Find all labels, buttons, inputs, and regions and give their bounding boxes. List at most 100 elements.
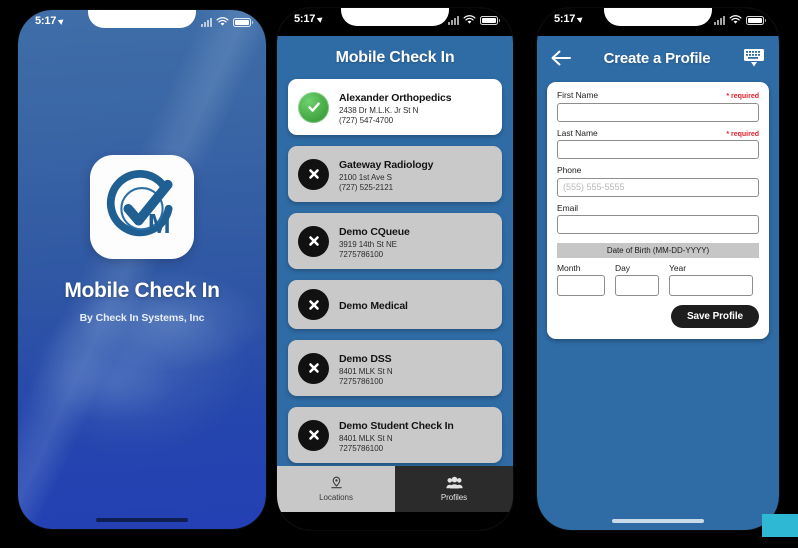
tab-locations[interactable]: Locations — [277, 466, 395, 512]
list-item[interactable]: Demo Medical — [288, 280, 502, 329]
location-name: Demo CQueue — [339, 226, 410, 238]
location-name: Demo DSS — [339, 353, 392, 365]
cellular-signal-icon — [201, 17, 212, 27]
phone-3-create-profile: 5:17 Create a Profile First Name * requi… — [537, 8, 779, 530]
battery-icon — [233, 17, 253, 27]
tab-bar: Locations Profiles — [277, 466, 513, 512]
phone-2-screen: 5:17 Mobile Check In Alexander Orthopedi… — [277, 8, 513, 530]
app-subtitle: By Check In Systems, Inc — [79, 312, 205, 324]
list-item[interactable]: Gateway Radiology 2100 1st Ave S (727) 5… — [288, 146, 502, 202]
location-phone: (727) 547-4700 — [339, 116, 394, 125]
list-item[interactable]: Demo DSS 8401 MLK St N 7275786100 — [288, 340, 502, 396]
email-label-row: Email — [557, 203, 759, 215]
battery-icon — [746, 15, 766, 25]
cellular-signal-icon — [448, 15, 459, 25]
map-pin-icon — [330, 476, 342, 489]
people-icon — [445, 476, 463, 489]
list-item[interactable]: Alexander Orthopedics 2438 Dr M.L.K. Jr … — [288, 79, 502, 135]
status-bar-indicators — [201, 17, 253, 27]
status-bar-time-group: 5:17 — [35, 15, 66, 27]
list-item-text: Demo Medical — [339, 296, 408, 314]
list-item[interactable]: Demo CQueue 3919 14th St NE 7275786100 — [288, 213, 502, 269]
location-arrow-icon — [576, 14, 585, 23]
status-bar-time: 5:17 — [294, 13, 316, 25]
x-circle-icon — [298, 225, 329, 257]
location-name: Demo Student Check In — [339, 420, 454, 432]
mobile-check-in-logo: M — [90, 155, 194, 259]
location-arrow-icon — [316, 14, 325, 23]
phone-field[interactable] — [557, 177, 759, 197]
status-bar-time-group: 5:17 — [294, 13, 325, 25]
create-profile-form: First Name * required Last Name * requir… — [547, 82, 769, 339]
x-circle-icon — [298, 158, 329, 190]
page-title: Mobile Check In — [335, 49, 455, 66]
wifi-icon — [216, 17, 229, 26]
phone-2-locations: 5:17 Mobile Check In Alexander Orthopedi… — [277, 8, 513, 530]
dob-month-field[interactable] — [557, 275, 605, 296]
x-circle-icon — [298, 352, 329, 384]
navigation-bar: Create a Profile — [537, 36, 779, 82]
dob-year-label: Year — [669, 263, 686, 273]
wifi-icon — [729, 15, 742, 24]
tab-profiles-label: Profiles — [440, 493, 468, 502]
location-phone: (727) 525-2121 — [339, 183, 394, 192]
list-item-text: Demo CQueue 3919 14th St NE 7275786100 — [339, 222, 410, 260]
location-address: 2100 1st Ave S — [339, 173, 392, 182]
bottom-bezel — [277, 512, 513, 530]
list-item[interactable]: Demo Student Check In 8401 MLK St N 7275… — [288, 407, 502, 463]
status-bar-time: 5:17 — [554, 13, 576, 25]
notch — [88, 10, 196, 28]
location-phone: 7275786100 — [339, 377, 383, 386]
splash-content: M Mobile Check In By Check In Systems, I… — [18, 10, 266, 529]
x-circle-icon — [298, 289, 329, 320]
home-indicator — [96, 518, 188, 522]
list-item-text: Demo Student Check In 8401 MLK St N 7275… — [339, 416, 454, 454]
svg-text:M: M — [148, 208, 171, 239]
notch — [341, 8, 449, 26]
list-item-text: Gateway Radiology 2100 1st Ave S (727) 5… — [339, 155, 433, 193]
email-field[interactable] — [557, 215, 759, 234]
tab-locations-label: Locations — [319, 493, 353, 502]
location-name: Alexander Orthopedics — [339, 92, 452, 104]
wifi-icon — [463, 15, 476, 24]
save-profile-button[interactable]: Save Profile — [670, 305, 759, 328]
last-name-required: * required — [726, 130, 759, 138]
email-label: Email — [557, 202, 579, 213]
dob-day-field[interactable] — [615, 275, 659, 296]
dob-year-group: Year — [669, 263, 753, 296]
battery-icon — [480, 15, 500, 25]
tab-profiles[interactable]: Profiles — [395, 466, 513, 512]
dob-year-field[interactable] — [669, 275, 753, 296]
back-arrow-icon[interactable] — [550, 48, 572, 68]
date-of-birth-row: Month Day Year — [557, 263, 759, 296]
location-address: 2438 Dr M.L.K. Jr St N — [339, 106, 419, 115]
status-bar-phone-2: 5:17 — [277, 8, 513, 36]
first-name-required: * required — [726, 93, 759, 100]
location-address: 8401 MLK St N — [339, 367, 393, 376]
first-name-field[interactable] — [557, 102, 759, 122]
location-name: Gateway Radiology — [339, 159, 434, 171]
cellular-signal-icon — [714, 15, 725, 25]
keyboard-dismiss-icon[interactable] — [742, 47, 766, 69]
last-name-field[interactable] — [557, 140, 759, 159]
locations-list: Alexander Orthopedics 2438 Dr M.L.K. Jr … — [277, 79, 513, 463]
status-bar-time: 5:17 — [35, 15, 57, 27]
save-button-row: Save Profile — [557, 305, 759, 328]
status-bar-phone-3: 5:17 — [537, 8, 779, 36]
screenshot-stage: 5:17 M Mobile Check In By Check In Syste… — [0, 0, 798, 548]
x-circle-icon — [298, 419, 329, 451]
cyan-edge-accent — [762, 514, 798, 537]
first-name-label: First Name — [557, 90, 599, 100]
status-bar-phone-1: 5:17 — [18, 10, 266, 36]
dob-month-label: Month — [557, 263, 581, 273]
location-arrow-icon — [57, 16, 66, 25]
location-name: Demo Medical — [339, 299, 408, 312]
phone-1-screen: 5:17 M Mobile Check In By Check In Syste… — [18, 10, 266, 529]
page-title: Create a Profile — [603, 49, 711, 67]
status-bar-indicators — [448, 15, 500, 25]
location-phone: 7275786100 — [339, 444, 383, 453]
location-address: 8401 MLK St N — [339, 434, 393, 443]
notch — [604, 8, 712, 26]
phone-1-splash: 5:17 M Mobile Check In By Check In Syste… — [18, 10, 266, 529]
last-name-label: Last Name — [557, 127, 598, 138]
